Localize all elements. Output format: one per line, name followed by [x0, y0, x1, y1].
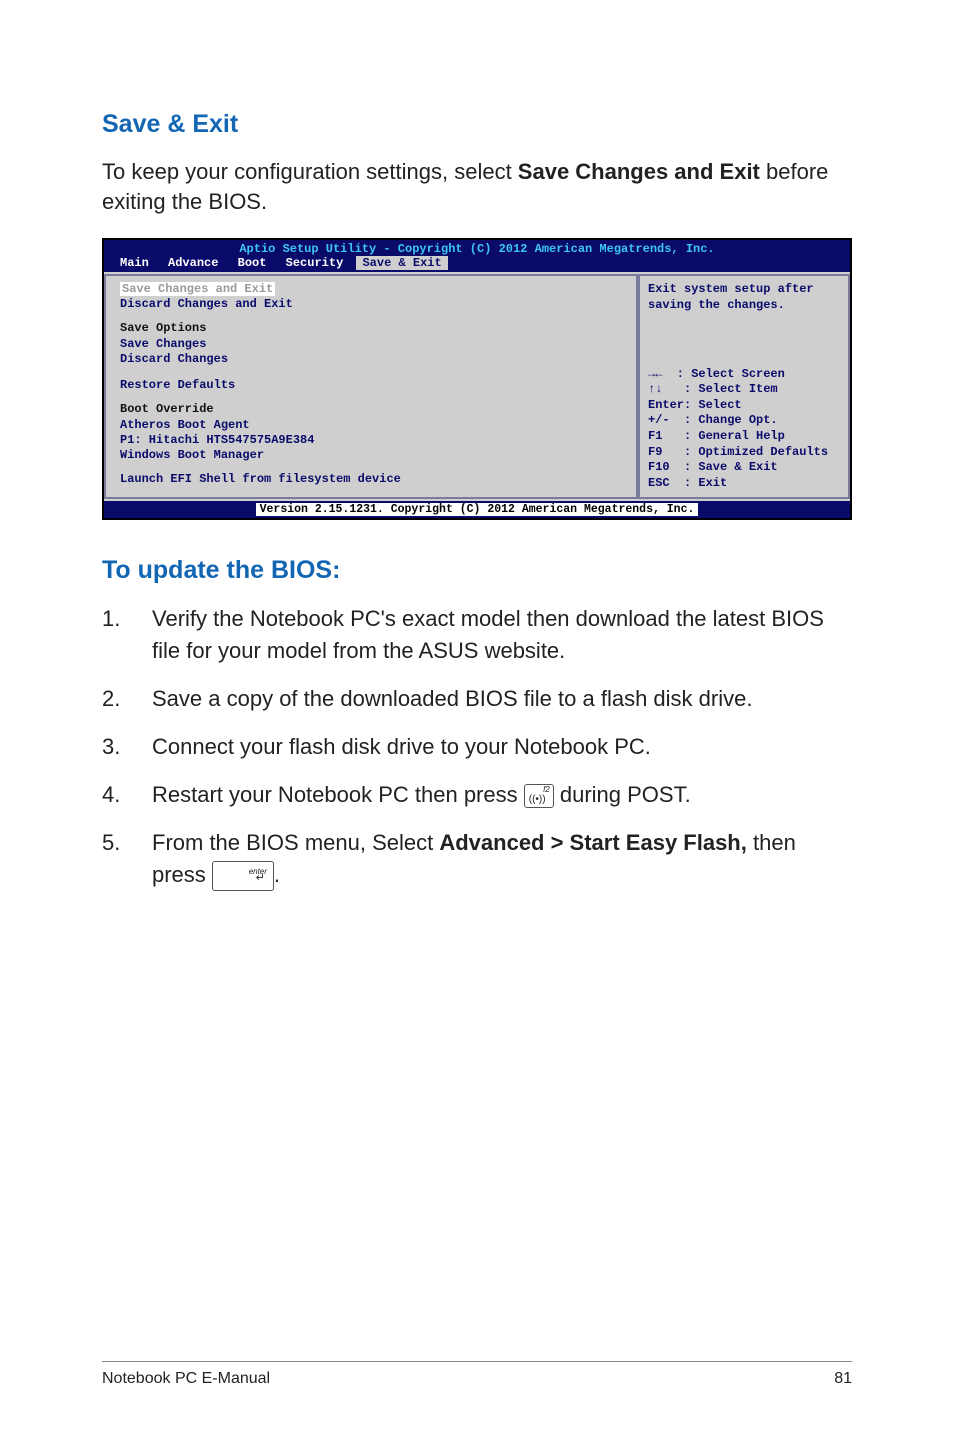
intro-bold: Save Changes and Exit: [518, 159, 760, 184]
bios-left-panel: Save Changes and Exit Discard Changes an…: [104, 274, 638, 499]
bios-tab-save-exit: Save & Exit: [356, 256, 447, 270]
f2-label: f2: [543, 786, 550, 794]
bios-item-save-changes: Save Changes: [120, 337, 624, 351]
bios-item-discard-exit: Discard Changes and Exit: [120, 297, 624, 311]
step-4-post: during POST.: [560, 782, 691, 807]
bios-tab-advance: Advance: [162, 256, 224, 270]
bios-footer-text: Version 2.15.1231. Copyright (C) 2012 Am…: [256, 503, 699, 516]
bios-selected-item: Save Changes and Exit: [120, 282, 275, 296]
step-2: 2. Save a copy of the downloaded BIOS fi…: [102, 683, 852, 715]
wifi-icon: ((•)): [529, 795, 546, 805]
bios-title: Aptio Setup Utility - Copyright (C) 2012…: [104, 240, 850, 256]
bios-item-atheros: Atheros Boot Agent: [120, 418, 624, 432]
bios-key-legend: →← : Select Screen ↑↓ : Select Item Ente…: [648, 367, 840, 492]
bios-item-wbm: Windows Boot Manager: [120, 448, 624, 462]
footer-page-number: 81: [834, 1370, 852, 1388]
bios-item-p1: P1: Hitachi HTS547575A9E384: [120, 433, 624, 447]
bios-tab-security: Security: [280, 256, 350, 270]
step-1: 1. Verify the Notebook PC's exact model …: [102, 603, 852, 667]
bios-item-restore-defaults: Restore Defaults: [120, 378, 624, 392]
step-3-text: Connect your flash disk drive to your No…: [152, 731, 852, 763]
step-5-pre: From the BIOS menu, Select: [152, 830, 439, 855]
step-5: 5. From the BIOS menu, Select Advanced >…: [102, 827, 852, 891]
step-4-num: 4.: [102, 779, 124, 811]
bios-item-discard-changes: Discard Changes: [120, 352, 624, 366]
bios-right-panel: Exit system setup after saving the chang…: [638, 274, 850, 499]
bios-item-efi: Launch EFI Shell from filesystem device: [120, 472, 624, 486]
enter-key-icon: enter ↵: [212, 861, 274, 891]
step-4-pre: Restart your Notebook PC then press: [152, 782, 524, 807]
step-5-num: 5.: [102, 827, 124, 859]
page-footer: Notebook PC E-Manual 81: [102, 1361, 852, 1388]
heading-update-bios: To update the BIOS:: [102, 556, 852, 585]
steps-list: 1. Verify the Notebook PC's exact model …: [102, 603, 852, 891]
heading-save-exit: Save & Exit: [102, 110, 852, 139]
bios-head-boot-override: Boot Override: [120, 402, 624, 416]
f2-key-icon: f2 ((•)): [524, 784, 554, 808]
bios-tabs: Main Advance Boot Security Save & Exit: [104, 256, 850, 272]
bios-tab-boot: Boot: [232, 256, 273, 270]
step-5-post: .: [274, 862, 280, 887]
footer-left: Notebook PC E-Manual: [102, 1370, 270, 1388]
intro-paragraph: To keep your configuration settings, sel…: [102, 157, 852, 216]
step-2-num: 2.: [102, 683, 124, 715]
bios-head-save-options: Save Options: [120, 321, 624, 335]
step-1-num: 1.: [102, 603, 124, 635]
step-1-text: Verify the Notebook PC's exact model the…: [152, 603, 852, 667]
step-4-content: Restart your Notebook PC then press f2 (…: [152, 779, 852, 811]
intro-pre: To keep your configuration settings, sel…: [102, 159, 518, 184]
bios-body: Save Changes and Exit Discard Changes an…: [104, 272, 850, 501]
step-2-text: Save a copy of the downloaded BIOS file …: [152, 683, 852, 715]
bios-tab-main: Main: [114, 256, 155, 270]
enter-arrow-icon: ↵: [256, 871, 265, 887]
bios-footer: Version 2.15.1231. Copyright (C) 2012 Am…: [104, 501, 850, 518]
step-4: 4. Restart your Notebook PC then press f…: [102, 779, 852, 811]
step-3: 3. Connect your flash disk drive to your…: [102, 731, 852, 763]
step-5-content: From the BIOS menu, Select Advanced > St…: [152, 827, 852, 891]
step-3-num: 3.: [102, 731, 124, 763]
step-5-bold: Advanced > Start Easy Flash,: [439, 830, 747, 855]
bios-screenshot: Aptio Setup Utility - Copyright (C) 2012…: [102, 238, 852, 520]
bios-help-text: Exit system setup after saving the chang…: [648, 282, 840, 313]
